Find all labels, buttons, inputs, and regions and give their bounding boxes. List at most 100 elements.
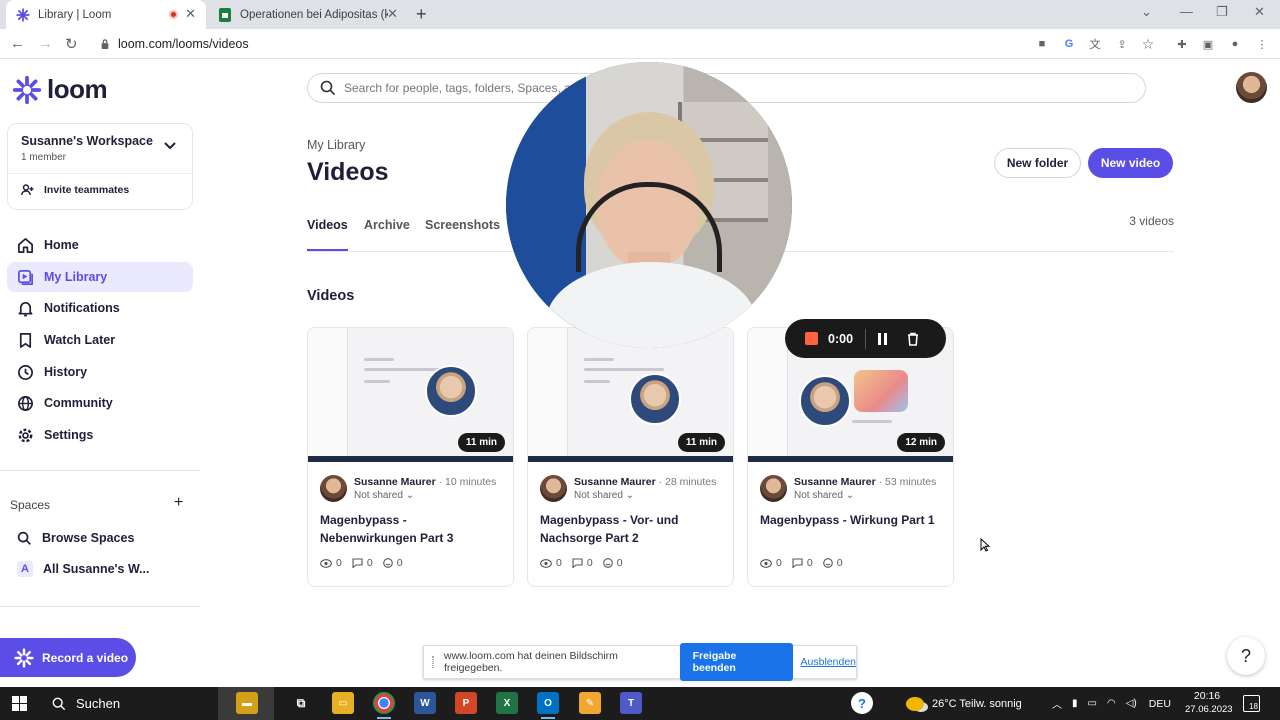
invite-teammates-link[interactable]: Invite teammates xyxy=(21,184,129,196)
video-thumbnail[interactable]: 11 min xyxy=(308,328,513,462)
tab-search-icon[interactable]: ⌄ xyxy=(1141,4,1152,20)
video-title[interactable]: Magenbypass - Wirkung Part 1 xyxy=(760,511,945,529)
chevron-down-icon: ⌄ xyxy=(845,490,855,501)
tab-screenshots[interactable]: Screenshots xyxy=(425,218,500,251)
sidebar-item-notifications[interactable]: Notifications xyxy=(7,293,193,323)
sidebar-item-community[interactable]: Community xyxy=(7,388,193,418)
drag-handle-icon[interactable] xyxy=(432,656,434,668)
chevron-up-icon[interactable]: ︿ xyxy=(1052,696,1062,711)
task-view-icon[interactable]: ⧉ xyxy=(290,692,312,714)
translate-icon[interactable]: 文 xyxy=(1087,36,1103,52)
address-bar[interactable]: loom.com/looms/videos xyxy=(92,31,1022,57)
video-title[interactable]: Magenbypass - Vor- und Nachsorge Part 2 xyxy=(540,511,725,547)
add-space-icon[interactable]: + xyxy=(174,494,183,512)
google-icon[interactable]: G xyxy=(1061,36,1077,52)
pause-icon[interactable] xyxy=(878,332,888,345)
microphone-icon[interactable]: ▮ xyxy=(1072,698,1078,709)
webcam-bubble[interactable] xyxy=(506,62,792,348)
help-circle-icon[interactable]: ? xyxy=(851,692,873,714)
reload-icon[interactable]: ↻ xyxy=(65,35,78,53)
weather-widget[interactable]: 26°C Teilw. sonnig xyxy=(906,687,1022,720)
new-folder-button[interactable]: New folder xyxy=(994,148,1081,178)
video-card[interactable]: 11 min Susanne Maurer · 28 minutes Not s… xyxy=(527,327,734,587)
sidebar-item-label: Notifications xyxy=(44,301,120,315)
record-video-button[interactable]: Record a video xyxy=(0,638,136,677)
notification-center-icon[interactable]: 18 xyxy=(1243,695,1260,712)
profile-icon[interactable]: ● xyxy=(1227,36,1243,52)
new-tab-icon[interactable]: + xyxy=(416,4,427,25)
tab-close-icon[interactable]: ✕ xyxy=(185,6,196,22)
workspace-chevron-down-icon[interactable] xyxy=(164,138,176,153)
sidebar-item-history[interactable]: History xyxy=(7,357,193,387)
battery-icon[interactable]: ▭ xyxy=(1088,698,1097,709)
sharing-status[interactable]: Not shared ⌄ xyxy=(354,490,414,501)
breadcrumb[interactable]: My Library xyxy=(307,138,365,152)
tab-operationen[interactable]: Operationen bei Adipositas (kran ✕ xyxy=(208,0,408,29)
help-button[interactable]: ? xyxy=(1227,637,1265,675)
sticky-app-icon[interactable]: ✎ xyxy=(579,692,601,714)
chevron-down-icon: ⌄ xyxy=(625,490,635,501)
stop-sharing-button[interactable]: Freigabe beenden xyxy=(679,643,793,681)
sidebar-item-my-library[interactable]: My Library xyxy=(7,262,193,292)
maximize-icon[interactable]: ❐ xyxy=(1216,4,1228,20)
window-close-icon[interactable]: ✕ xyxy=(1254,4,1265,20)
camera-icon[interactable]: ■ xyxy=(1034,36,1050,52)
wifi-icon[interactable]: ◠ xyxy=(1107,698,1116,709)
powerpoint-icon[interactable]: P xyxy=(455,692,477,714)
page-title: Videos xyxy=(307,158,389,186)
tab-archive[interactable]: Archive xyxy=(364,218,410,251)
language-indicator[interactable]: DEU xyxy=(1149,698,1171,710)
tab-loom-library[interactable]: Library | Loom ✕ xyxy=(6,0,206,29)
forward-icon[interactable]: → xyxy=(38,35,53,52)
video-title[interactable]: Magenbypass - Nebenwirkungen Part 3 xyxy=(320,511,505,547)
tab-title: Operationen bei Adipositas (kran xyxy=(240,8,388,21)
new-video-button[interactable]: New video xyxy=(1088,148,1173,178)
sharing-status[interactable]: Not shared ⌄ xyxy=(794,490,854,501)
chrome-icon[interactable] xyxy=(373,692,395,719)
file-explorer-icon[interactable]: ▭ xyxy=(332,692,354,714)
screen-share-bar: www.loom.com hat deinen Bildschirm freig… xyxy=(423,643,857,681)
hide-link[interactable]: Ausblenden xyxy=(801,656,856,668)
briefcase-icon[interactable]: ▬ xyxy=(236,692,258,714)
url-text: loom.com/looms/videos xyxy=(118,37,249,51)
space-badge: A xyxy=(17,561,33,577)
user-avatar[interactable] xyxy=(1236,72,1267,103)
trash-icon[interactable] xyxy=(907,332,919,346)
video-thumbnail[interactable]: 11 min xyxy=(528,328,733,462)
video-author: Susanne Maurer · 10 minutes xyxy=(354,476,497,488)
bookmark-star-icon[interactable]: ☆ xyxy=(1140,36,1156,52)
windows-start-icon[interactable] xyxy=(12,696,27,711)
tab-videos[interactable]: Videos xyxy=(307,218,348,251)
excel-icon[interactable]: X xyxy=(496,692,518,714)
side-panel-icon[interactable]: ▣ xyxy=(1200,36,1216,52)
extensions-icon[interactable]: ✚ xyxy=(1174,36,1190,52)
sidebar-item-watch-later[interactable]: Watch Later xyxy=(7,325,193,355)
sidebar-item-settings[interactable]: Settings xyxy=(7,420,193,450)
workspace-name[interactable]: Susanne's Workspace xyxy=(21,134,153,148)
video-card[interactable]: 11 min Susanne Maurer · 10 minutes Not s… xyxy=(307,327,514,587)
back-icon[interactable]: ← xyxy=(10,35,25,52)
outlook-icon[interactable]: O xyxy=(537,692,559,719)
avatar xyxy=(540,475,567,502)
minimize-icon[interactable]: — xyxy=(1180,4,1193,19)
taskbar-search[interactable]: Suchen xyxy=(40,687,120,720)
loom-logo[interactable]: loom xyxy=(13,74,108,105)
menu-kebab-icon[interactable]: ⋮ xyxy=(1254,36,1270,52)
teams-icon[interactable]: T xyxy=(620,692,642,714)
taskbar-clock[interactable]: 20:16 27.06.2023 xyxy=(1185,689,1233,717)
sharing-status[interactable]: Not shared ⌄ xyxy=(574,490,634,501)
share-icon[interactable]: ⇪ xyxy=(1114,36,1130,52)
tray-icons: ︿ ▮ ▭ ◠ ◁) DEU xyxy=(1052,687,1171,720)
video-author: Susanne Maurer · 53 minutes xyxy=(794,476,937,488)
divider xyxy=(8,173,192,174)
sidebar-item-browse-spaces[interactable]: Browse Spaces xyxy=(7,523,193,553)
lock-icon xyxy=(101,39,109,49)
sidebar-item-all-space[interactable]: A All Susanne's W... xyxy=(7,554,193,584)
volume-icon[interactable]: ◁) xyxy=(1126,698,1137,709)
sidebar-item-home[interactable]: Home xyxy=(7,230,193,260)
video-card[interactable]: 12 min Susanne Maurer · 53 minutes Not s… xyxy=(747,327,954,587)
stop-recording-icon[interactable] xyxy=(805,332,818,345)
search-icon xyxy=(320,80,336,96)
word-icon[interactable]: W xyxy=(414,692,436,714)
tab-close-icon[interactable]: ✕ xyxy=(387,6,398,22)
